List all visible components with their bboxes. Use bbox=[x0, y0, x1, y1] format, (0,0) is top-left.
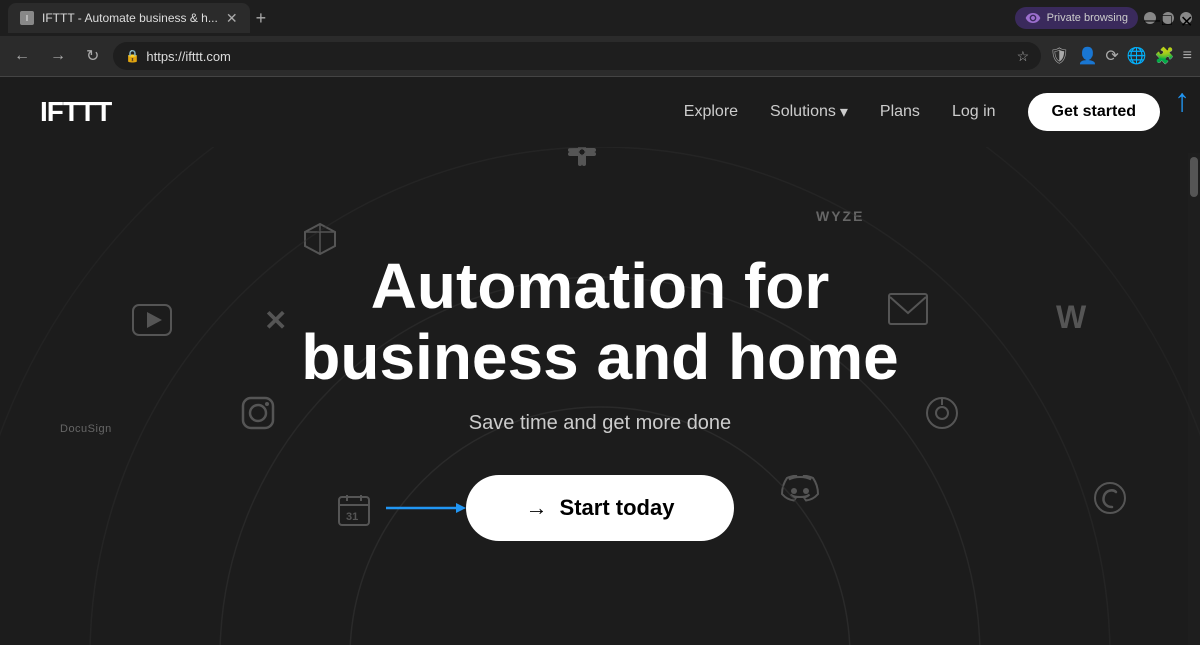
browser-chrome: I IFTTT - Automate business & h... ✕ + P… bbox=[0, 0, 1200, 77]
bookmark-icon[interactable]: ☆ bbox=[1017, 48, 1030, 65]
solutions-dropdown-icon: ▾ bbox=[840, 102, 848, 122]
title-bar-controls: Private browsing — □ ✕ bbox=[1015, 7, 1192, 29]
tab-title: IFTTT - Automate business & h... bbox=[42, 11, 218, 25]
site-nav: IFTTT Explore Solutions ▾ Plans Log in G… bbox=[0, 77, 1200, 147]
tab-favicon: I bbox=[20, 11, 34, 25]
cta-arrow-line bbox=[386, 498, 476, 518]
forward-button[interactable]: → bbox=[44, 43, 72, 69]
sync-icon[interactable]: ⟳ bbox=[1105, 46, 1118, 66]
arrow-indicator: ↑ bbox=[1174, 82, 1190, 119]
nav-plans[interactable]: Plans bbox=[880, 103, 920, 121]
lock-icon: 🔒 bbox=[125, 49, 140, 63]
cta-arrow-svg bbox=[386, 498, 476, 518]
shield-icon[interactable]: 🛡 bbox=[1049, 46, 1069, 66]
nav-links: Explore Solutions ▾ Plans Log in Get sta… bbox=[684, 93, 1160, 131]
window-minimize[interactable]: — bbox=[1144, 12, 1156, 24]
nav-explore[interactable]: Explore bbox=[684, 103, 738, 121]
hero-title: Automation for business and home bbox=[250, 251, 950, 392]
new-tab-button[interactable]: + bbox=[256, 8, 267, 29]
window-maximize[interactable]: □ bbox=[1162, 12, 1174, 24]
private-browsing-icon bbox=[1025, 10, 1041, 26]
nav-login[interactable]: Log in bbox=[952, 103, 996, 121]
back-button[interactable]: ← bbox=[8, 43, 36, 69]
website-content: IFTTT Explore Solutions ▾ Plans Log in G… bbox=[0, 77, 1200, 645]
refresh-button[interactable]: ↻ bbox=[80, 42, 105, 70]
window-close[interactable]: ✕ bbox=[1180, 12, 1192, 24]
hero-section: Automation for business and home Save ti… bbox=[0, 147, 1200, 645]
nav-solutions[interactable]: Solutions ▾ bbox=[770, 102, 848, 122]
private-browsing-label: Private browsing bbox=[1047, 12, 1128, 24]
site-logo[interactable]: IFTTT bbox=[40, 96, 111, 128]
address-bar-row: ← → ↻ 🔒 https://ifttt.com ☆ 🛡 👤 ⟳ 🌐 🧩 ≡ bbox=[0, 36, 1200, 76]
get-started-button[interactable]: Get started bbox=[1028, 93, 1160, 131]
globe-icon[interactable]: 🌐 bbox=[1127, 46, 1147, 66]
account-icon[interactable]: 👤 bbox=[1077, 46, 1097, 66]
address-field[interactable]: 🔒 https://ifttt.com ☆ bbox=[113, 42, 1041, 70]
extensions-icon[interactable]: 🧩 bbox=[1155, 46, 1175, 66]
start-today-label: Start today bbox=[560, 495, 675, 521]
toolbar-icons: 🛡 👤 ⟳ 🌐 🧩 ≡ bbox=[1049, 46, 1192, 66]
hero-subtitle: Save time and get more done bbox=[469, 412, 731, 435]
menu-icon[interactable]: ≡ bbox=[1183, 47, 1192, 65]
cta-arrow-icon: → bbox=[526, 495, 548, 521]
browser-tab[interactable]: I IFTTT - Automate business & h... ✕ bbox=[8, 3, 250, 33]
up-arrow-icon: ↑ bbox=[1174, 82, 1190, 119]
start-today-button[interactable]: → Start today bbox=[466, 475, 735, 541]
private-browsing-badge: Private browsing bbox=[1015, 7, 1138, 29]
url-text: https://ifttt.com bbox=[146, 49, 1010, 64]
tab-close-button[interactable]: ✕ bbox=[226, 10, 238, 27]
title-bar: I IFTTT - Automate business & h... ✕ + P… bbox=[0, 0, 1200, 36]
